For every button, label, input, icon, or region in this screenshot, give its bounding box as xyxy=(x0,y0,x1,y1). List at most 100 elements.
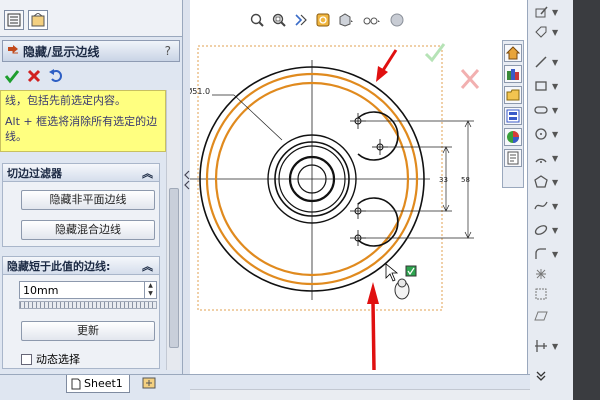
pm-actions xyxy=(2,64,180,88)
view-palette-tab[interactable] xyxy=(504,107,522,125)
dynamic-selection-checkbox[interactable] xyxy=(21,353,32,365)
task-pane xyxy=(502,40,524,188)
hide-show-edges-icon xyxy=(8,45,18,54)
edge-filter-group: 切边过滤器 ︽ 隐藏非平面边线 隐藏混合边线 xyxy=(2,163,160,247)
scene-icon[interactable] xyxy=(390,13,404,27)
sketch-tool-polygon[interactable]: ▼ xyxy=(534,172,574,192)
panel-splitter[interactable] xyxy=(182,0,190,400)
appearances-tab[interactable] xyxy=(504,128,522,146)
library-icon xyxy=(507,69,519,80)
edit-sketch-icon xyxy=(535,6,548,18)
length-value: 10mm xyxy=(23,284,59,297)
rectangle-icon xyxy=(535,81,547,91)
feature-tree-icon xyxy=(7,13,21,27)
sketch-tool-smart-dim[interactable]: ▼ xyxy=(534,2,574,22)
drawing-view: 33 58 Ø51.0 xyxy=(190,43,480,371)
check-icon[interactable] xyxy=(4,68,20,84)
update-button[interactable]: 更新 xyxy=(21,321,155,341)
sketch-tool-line[interactable]: ▼ xyxy=(534,52,574,72)
x-icon[interactable] xyxy=(26,68,42,84)
message-line-1: 线，包括先前选定内容。 xyxy=(5,94,126,107)
hide-shorter-group: 隐藏短于此值的边线: ︽ 10mm ▲ ▼ 更新 动态选择 xyxy=(2,256,160,369)
custom-properties-tab[interactable] xyxy=(504,149,522,167)
hide-shorter-title: 隐藏短于此值的边线: xyxy=(7,259,111,273)
panel-scrollbar[interactable] xyxy=(166,90,180,370)
property-manager-tab[interactable] xyxy=(28,10,48,30)
construction-geometry-icon xyxy=(535,288,547,300)
drawing-canvas[interactable]: 33 58 Ø51.0 xyxy=(190,0,527,374)
point-icon xyxy=(536,269,546,279)
spline-icon xyxy=(534,201,548,210)
zoom-area-icon[interactable] xyxy=(272,13,286,27)
hide-nonplanar-edges-button[interactable]: 隐藏非平面边线 xyxy=(21,190,155,210)
plane-icon xyxy=(534,311,548,321)
sketch-tool-construction[interactable] xyxy=(534,284,574,304)
arc-icon xyxy=(535,158,547,163)
horizontal-scrollbar[interactable] xyxy=(190,389,530,400)
pm-header: 隐藏/显示边线 ? xyxy=(2,40,180,62)
sketch-tool-fillet[interactable]: ▼ xyxy=(534,244,574,264)
dimension-33-label[interactable]: 33 xyxy=(439,176,448,184)
tag-icon xyxy=(535,26,547,38)
sheet-tab-label: Sheet1 xyxy=(84,377,123,390)
dynamic-selection-option[interactable]: 动态选择 xyxy=(21,351,80,367)
sheet-icon xyxy=(71,378,81,389)
help-icon[interactable]: ? xyxy=(165,44,171,58)
sketch-tool-point[interactable] xyxy=(534,264,574,284)
sketch-tool-tag[interactable]: ▼ xyxy=(534,22,574,42)
diameter-label[interactable]: Ø51.0 xyxy=(190,86,210,96)
hide-blend-edges-button[interactable]: 隐藏混合边线 xyxy=(21,220,155,240)
dimension-58-label[interactable]: 58 xyxy=(461,176,470,184)
chevron-down-icon xyxy=(536,371,546,381)
sketch-tool-trim[interactable]: ▼ xyxy=(534,336,574,356)
sketch-tool-ellipse[interactable]: ▼ xyxy=(534,220,574,240)
property-manager-panel: 隐藏/显示边线 ? 线，包括先前选定内容。 Alt + 框选将消除所有选定的边线… xyxy=(0,0,182,400)
collapse-icon[interactable]: ︽ xyxy=(142,165,153,181)
previous-view-icon[interactable] xyxy=(294,13,308,27)
confirm-cancel-icon[interactable] xyxy=(460,69,480,89)
folder-icon xyxy=(506,89,520,101)
zoom-to-fit-icon[interactable] xyxy=(250,13,264,27)
heads-up-view-toolbar xyxy=(250,10,404,30)
red-arrow-top xyxy=(380,49,398,73)
length-spinner[interactable]: ▲ ▼ xyxy=(144,282,156,298)
sketch-tool-spline[interactable]: ▼ xyxy=(534,196,574,216)
sketch-tool-arc[interactable]: ▼ xyxy=(534,148,574,168)
feature-tree-tab[interactable] xyxy=(4,10,24,30)
lower-lobe[interactable] xyxy=(357,197,399,247)
edge-filter-header[interactable]: 切边过滤器 ︽ xyxy=(3,164,159,182)
toolbar-expand[interactable] xyxy=(534,366,574,386)
design-library-tab[interactable] xyxy=(504,65,522,83)
hide-shorter-header[interactable]: 隐藏短于此值的边线: ︽ xyxy=(3,257,159,275)
undo-icon[interactable] xyxy=(48,68,64,84)
sketch-tool-slot[interactable]: ▼ xyxy=(534,100,574,120)
rebuild-icon[interactable] xyxy=(316,13,330,27)
dynamic-selection-label: 动态选择 xyxy=(36,353,80,366)
polygon-icon xyxy=(534,175,548,188)
upper-lobe[interactable] xyxy=(357,111,399,161)
length-input[interactable]: 10mm ▲ ▼ xyxy=(19,281,157,299)
view-boundary[interactable] xyxy=(197,45,443,311)
scrollbar-thumb[interactable] xyxy=(169,188,179,348)
file-explorer-tab[interactable] xyxy=(504,86,522,104)
sheet-tab[interactable]: Sheet1 xyxy=(66,375,130,393)
home-icon xyxy=(506,46,520,60)
sketch-tool-rectangle[interactable]: ▼ xyxy=(534,76,574,96)
sketch-tool-plane[interactable] xyxy=(534,306,574,326)
collapse-icon[interactable]: ︽ xyxy=(142,258,153,274)
line-icon xyxy=(535,56,547,68)
custom-properties-icon xyxy=(507,151,519,165)
edge-filter-title: 切边过滤器 xyxy=(7,166,62,180)
add-sheet-icon[interactable] xyxy=(142,377,156,389)
display-style-icon[interactable] xyxy=(338,13,354,27)
circle-icon xyxy=(535,128,547,140)
solidworks-resources-tab[interactable] xyxy=(504,44,522,62)
panel-tabs xyxy=(0,0,182,37)
fillet-icon xyxy=(535,248,546,259)
sketch-tool-circle[interactable]: ▼ xyxy=(534,124,574,144)
slot-icon xyxy=(534,106,548,114)
view-palette-icon xyxy=(506,109,520,123)
hide-show-items-icon[interactable] xyxy=(362,13,382,27)
length-slider[interactable] xyxy=(19,301,157,309)
red-arrow-bottom xyxy=(371,301,376,371)
